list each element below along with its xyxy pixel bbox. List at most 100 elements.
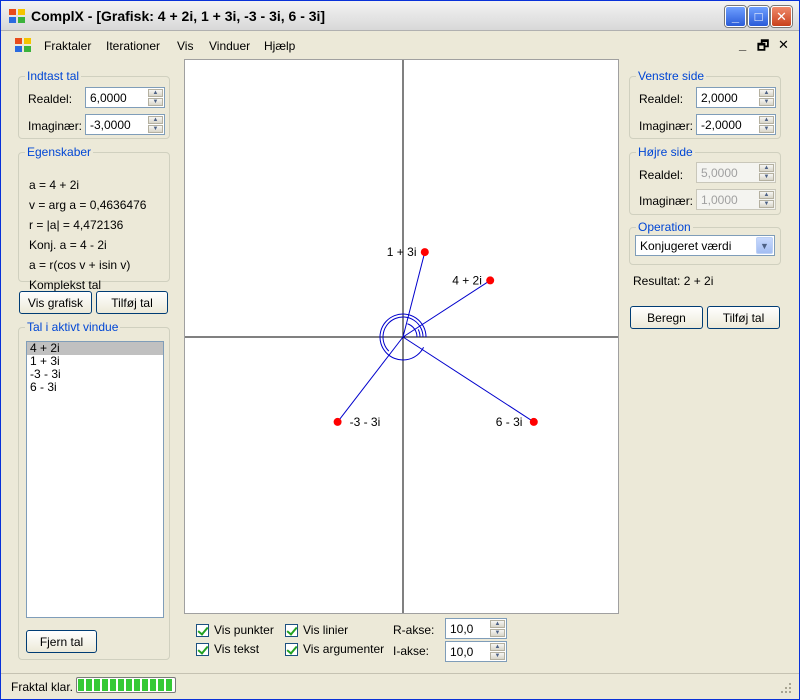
real-stepper[interactable]: ▲▼ bbox=[85, 87, 165, 108]
show-text-checkbox[interactable] bbox=[196, 643, 209, 656]
title-bar[interactable]: ComplX - [Grafisk: 4 + 2i, 1 + 3i, -3 - … bbox=[1, 1, 799, 31]
menu-hjaelp[interactable]: Hjælp bbox=[264, 39, 295, 53]
i-axis-label: I-akse: bbox=[393, 644, 430, 658]
r-axis-stepper[interactable]: ▲▼ bbox=[445, 618, 507, 639]
graph-canvas[interactable]: 1 + 3i 4 + 2i -3 - 3i 6 - 3i bbox=[184, 59, 619, 614]
menu-bar: Fraktaler Iterationer Vis Vinduer Hjælp … bbox=[1, 32, 799, 58]
right-imag-stepper: ▲▼ bbox=[696, 189, 776, 210]
progress-segment bbox=[78, 679, 84, 691]
imag-up-arrow-icon[interactable]: ▲ bbox=[148, 116, 163, 124]
menu-fraktaler[interactable]: Fraktaler bbox=[44, 39, 91, 53]
r-axis-down-arrow-icon[interactable]: ▼ bbox=[490, 629, 505, 637]
progress-segment bbox=[118, 679, 124, 691]
argument-arc bbox=[417, 329, 421, 338]
right-imag-up-arrow-icon: ▲ bbox=[759, 191, 774, 199]
right-imag-input bbox=[697, 190, 757, 209]
app-icon bbox=[9, 9, 25, 23]
real-up-arrow-icon[interactable]: ▲ bbox=[148, 89, 163, 97]
point-label: -3 - 3i bbox=[350, 415, 381, 429]
show-text-label: Vis tekst bbox=[214, 642, 260, 656]
prop-type: Komplekst tal bbox=[29, 278, 102, 292]
left-real-stepper[interactable]: ▲▼ bbox=[696, 87, 776, 108]
imag-stepper[interactable]: ▲▼ bbox=[85, 114, 165, 135]
show-points-checkbox[interactable] bbox=[196, 624, 209, 637]
show-points-label: Vis punkter bbox=[214, 623, 274, 637]
imag-input[interactable] bbox=[86, 115, 146, 134]
close-button[interactable]: ✕ bbox=[771, 6, 792, 27]
left-imag-input[interactable] bbox=[697, 115, 757, 134]
operation-select[interactable]: Konjugeret værdi ▼ bbox=[635, 235, 775, 256]
right-imag-down-arrow-icon: ▼ bbox=[759, 200, 774, 208]
point-label: 1 + 3i bbox=[387, 245, 417, 259]
r-axis-up-arrow-icon[interactable]: ▲ bbox=[490, 620, 505, 628]
mdi-restore-button[interactable]: 🗗 bbox=[757, 37, 769, 59]
properties-group-legend: Egenskaber bbox=[27, 145, 92, 159]
maximize-button[interactable]: □ bbox=[748, 6, 769, 27]
progress-segment bbox=[126, 679, 132, 691]
vector-line bbox=[402, 251, 426, 338]
show-graph-button[interactable]: Vis grafisk bbox=[19, 291, 92, 314]
mdi-child-icon[interactable] bbox=[15, 38, 31, 52]
progress-segment bbox=[94, 679, 100, 691]
right-imag-label: Imaginær: bbox=[639, 194, 694, 208]
right-real-label: Realdel: bbox=[639, 168, 684, 182]
real-down-arrow-icon[interactable]: ▼ bbox=[148, 98, 163, 106]
mdi-minimize-button[interactable]: _ bbox=[739, 37, 746, 52]
data-point bbox=[333, 417, 342, 426]
input-group-legend: Indtast tal bbox=[27, 69, 80, 83]
progress-segment bbox=[134, 679, 140, 691]
show-arguments-checkbox[interactable] bbox=[285, 643, 298, 656]
argument-arc bbox=[407, 323, 418, 338]
show-lines-checkbox[interactable] bbox=[285, 624, 298, 637]
properties-group: Egenskaber a = 4 + 2i v = arg a = 0,4636… bbox=[18, 145, 170, 292]
resize-grip-icon[interactable] bbox=[779, 681, 793, 695]
left-imag-down-arrow-icon[interactable]: ▼ bbox=[759, 125, 774, 133]
prop-polar-form: a = r(cos v + isin v) bbox=[29, 258, 131, 272]
real-input[interactable] bbox=[86, 88, 146, 107]
data-point bbox=[529, 417, 538, 426]
right-real-stepper: ▲▼ bbox=[696, 162, 776, 183]
progress-segment bbox=[142, 679, 148, 691]
i-axis-input[interactable] bbox=[446, 642, 488, 661]
menu-vinduer[interactable]: Vinduer bbox=[209, 39, 250, 53]
i-axis-stepper[interactable]: ▲▼ bbox=[445, 641, 507, 662]
add-number-button[interactable]: Tilføj tal bbox=[96, 291, 168, 314]
vector-line bbox=[337, 336, 404, 423]
plot-options-bar: Vis punkter Vis linier Vis tekst Vis arg… bbox=[184, 614, 619, 671]
progress-segment bbox=[86, 679, 92, 691]
number-listbox[interactable]: 4 + 2i 1 + 3i -3 - 3i 6 - 3i bbox=[26, 341, 164, 618]
calculate-button[interactable]: Beregn bbox=[630, 306, 703, 329]
minimize-button[interactable]: _ bbox=[725, 6, 746, 27]
left-side-legend: Venstre side bbox=[638, 69, 705, 83]
left-real-input[interactable] bbox=[697, 88, 757, 107]
left-imag-stepper[interactable]: ▲▼ bbox=[696, 114, 776, 135]
right-real-down-arrow-icon: ▼ bbox=[759, 173, 774, 181]
data-point bbox=[420, 248, 429, 257]
i-axis-down-arrow-icon[interactable]: ▼ bbox=[490, 652, 505, 660]
status-progress-bar bbox=[76, 677, 176, 693]
left-real-up-arrow-icon[interactable]: ▲ bbox=[759, 89, 774, 97]
prop-argument: v = arg a = 0,4636476 bbox=[29, 198, 147, 212]
chevron-down-icon[interactable]: ▼ bbox=[756, 237, 773, 254]
operation-selected-value: Konjugeret værdi bbox=[640, 239, 732, 253]
left-real-label: Realdel: bbox=[639, 92, 684, 106]
prop-modulus: r = |a| = 4,472136 bbox=[29, 218, 124, 232]
progress-segment bbox=[102, 679, 108, 691]
left-imag-up-arrow-icon[interactable]: ▲ bbox=[759, 116, 774, 124]
menu-iterationer[interactable]: Iterationer bbox=[106, 39, 160, 53]
left-real-down-arrow-icon[interactable]: ▼ bbox=[759, 98, 774, 106]
show-lines-label: Vis linier bbox=[303, 623, 349, 637]
list-item[interactable]: 6 - 3i bbox=[27, 381, 163, 394]
window-title: ComplX - [Grafisk: 4 + 2i, 1 + 3i, -3 - … bbox=[31, 8, 326, 24]
imag-down-arrow-icon[interactable]: ▼ bbox=[148, 125, 163, 133]
add-result-button[interactable]: Tilføj tal bbox=[707, 306, 780, 329]
prop-conjugate: Konj. a = 4 - 2i bbox=[29, 238, 107, 252]
r-axis-input[interactable] bbox=[446, 619, 488, 638]
menu-vis[interactable]: Vis bbox=[177, 39, 193, 53]
i-axis-up-arrow-icon[interactable]: ▲ bbox=[490, 643, 505, 651]
imag-label: Imaginær: bbox=[28, 119, 83, 133]
mdi-close-button[interactable]: ✕ bbox=[778, 37, 789, 53]
remove-number-button[interactable]: Fjern tal bbox=[26, 630, 97, 653]
operation-legend: Operation bbox=[638, 220, 691, 234]
status-text: Fraktal klar. bbox=[11, 680, 74, 694]
